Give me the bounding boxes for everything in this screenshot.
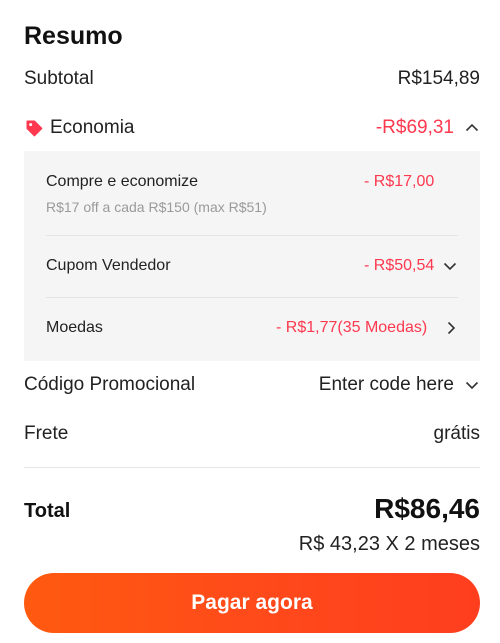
- breakdown-item-bundle: Compre e economize R$17 off a cada R$150…: [46, 173, 460, 215]
- chevron-down-icon[interactable]: [442, 258, 458, 274]
- savings-breakdown-panel: Compre e economize R$17 off a cada R$150…: [24, 151, 480, 361]
- promo-code-row[interactable]: Código Promocional Enter code here: [24, 374, 480, 396]
- subtotal-label: Subtotal: [24, 68, 94, 89]
- chevron-right-icon[interactable]: [443, 320, 459, 336]
- chevron-down-icon[interactable]: [464, 377, 480, 393]
- summary-title: Resumo: [24, 22, 123, 50]
- shipping-label: Frete: [24, 423, 69, 444]
- savings-row[interactable]: Economia -R$69,31: [24, 117, 480, 139]
- chevron-up-icon[interactable]: [464, 120, 480, 136]
- savings-value: -R$69,31: [375, 117, 454, 138]
- breakdown-item-coins[interactable]: Moedas - R$1,77(35 Moedas): [46, 319, 460, 337]
- promo-code-placeholder[interactable]: Enter code here: [319, 374, 454, 396]
- subtotal-row: Subtotal R$154,89: [24, 68, 480, 90]
- promo-code-field[interactable]: Enter code here: [319, 374, 480, 396]
- divider: [46, 297, 458, 298]
- divider: [24, 467, 480, 468]
- subtotal-value: R$154,89: [397, 68, 480, 89]
- divider: [46, 235, 458, 236]
- breakdown-item-detail: R$17 off a cada R$150 (max R$51): [46, 199, 267, 215]
- promo-code-label: Código Promocional: [24, 374, 196, 395]
- savings-label: Economia: [50, 117, 135, 138]
- shipping-value: grátis: [433, 423, 480, 444]
- breakdown-item-value: - R$1,77(35 Moedas): [276, 319, 428, 336]
- shipping-row: Frete grátis: [24, 423, 480, 445]
- breakdown-item-seller-coupon[interactable]: Cupom Vendedor - R$50,54: [46, 257, 460, 275]
- total-label: Total: [24, 500, 71, 522]
- breakdown-item-value: - R$17,00: [364, 173, 435, 190]
- savings-label-wrap: Economia: [24, 117, 135, 139]
- breakdown-item-value: - R$50,54: [364, 257, 435, 274]
- tag-icon: [26, 120, 43, 137]
- pay-now-button[interactable]: Pagar agora: [24, 573, 480, 633]
- total-value: R$86,46: [374, 493, 480, 524]
- installments-text: R$ 43,23 X 2 meses: [298, 533, 480, 555]
